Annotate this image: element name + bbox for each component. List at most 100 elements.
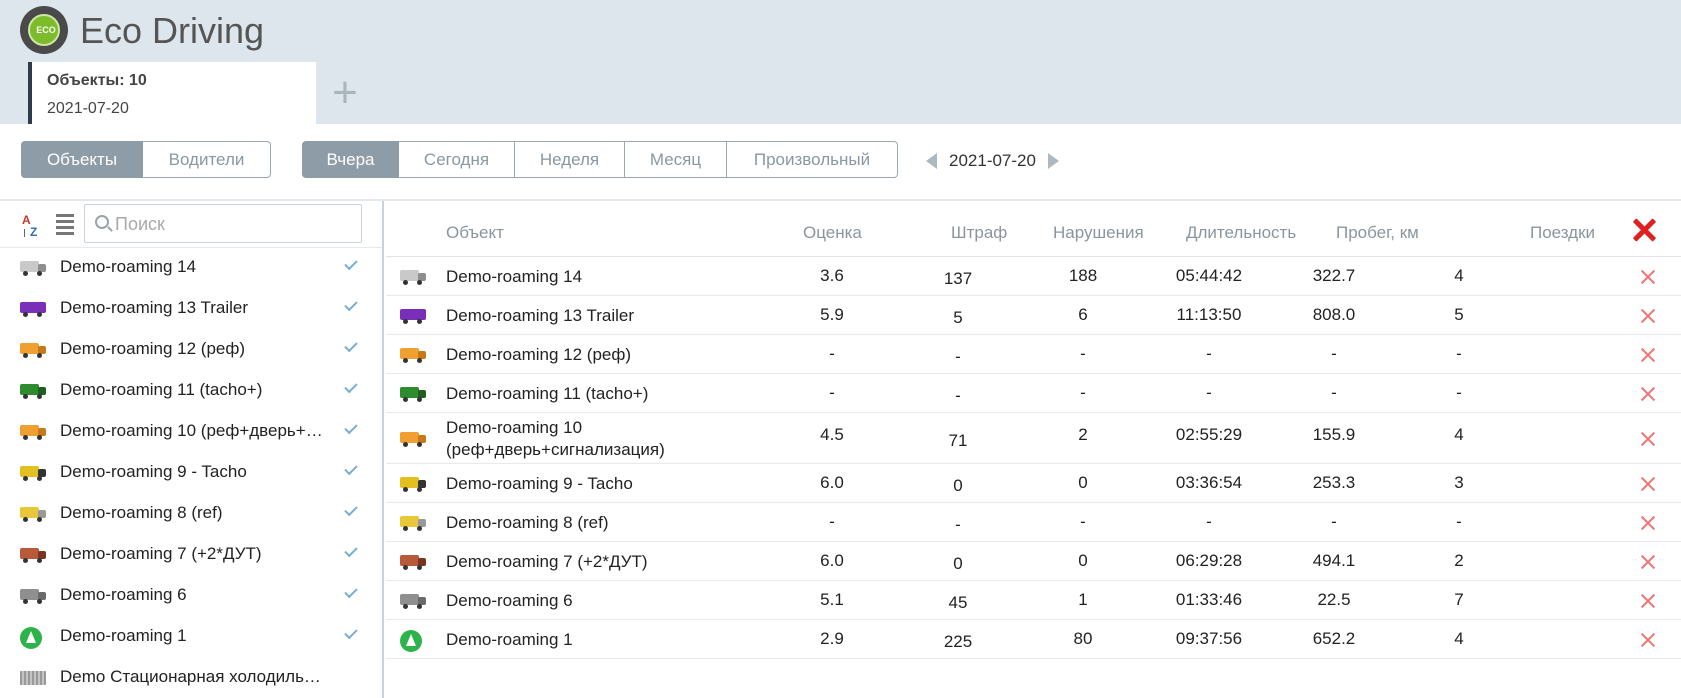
cell-violations: 2 — [1078, 424, 1088, 444]
orange-truck-icon — [20, 340, 46, 358]
search-input[interactable] — [115, 211, 355, 237]
cell-score: - — [829, 382, 835, 402]
checkmark-icon[interactable] — [344, 338, 358, 353]
yellow-van-icon — [400, 513, 426, 531]
delete-row-icon[interactable] — [1641, 348, 1655, 362]
col-header-penalty[interactable]: Штраф — [951, 223, 1007, 243]
delete-row-icon[interactable] — [1641, 432, 1655, 446]
table-row[interactable]: Demo-roaming 6 5.1 45 1 01:33:46 22.5 7 — [386, 581, 1681, 620]
checkmark-icon[interactable] — [344, 420, 358, 435]
checkmark-icon[interactable] — [344, 625, 358, 640]
col-header-duration[interactable]: Длительность — [1186, 223, 1296, 243]
sidebar-object-item[interactable]: Demo-roaming 10 (реф+дверь+… — [0, 412, 382, 453]
col-header-score[interactable]: Оценка — [803, 223, 862, 243]
delete-row-icon[interactable] — [1641, 387, 1655, 401]
sidebar-object-item[interactable]: Demo-roaming 14 — [0, 248, 382, 289]
sidebar-object-item[interactable]: Demo-roaming 6 — [0, 576, 382, 617]
red-car-icon — [400, 552, 426, 570]
cell-duration: 11:13:50 — [1176, 304, 1242, 324]
sidebar-object-item[interactable]: Demo-roaming 1 — [0, 617, 382, 658]
row-object-name[interactable]: Demo-roaming 14 — [446, 266, 582, 288]
period-yesterday-button[interactable]: Вчера — [302, 141, 399, 178]
cell-trips: 4 — [1454, 628, 1464, 648]
row-object-name[interactable]: Demo-roaming 11 (tacho+) — [446, 383, 648, 405]
cell-duration: - — [1206, 382, 1212, 402]
checkmark-icon[interactable] — [344, 543, 358, 558]
sidebar-object-item[interactable]: Demo-roaming 12 (реф) — [0, 330, 382, 371]
delete-row-icon[interactable] — [1641, 309, 1655, 323]
row-object-name[interactable]: Demo-roaming 10 (реф+дверь+сигнализация) — [446, 417, 665, 461]
table-row[interactable]: Demo-roaming 13 Trailer 5.9 5 6 11:13:50 808.… — [386, 296, 1681, 335]
cell-mileage: 808.0 — [1312, 304, 1356, 324]
cell-penalty: 45 — [948, 592, 968, 612]
sidebar-object-item[interactable]: Demo-roaming 13 Trailer — [0, 289, 382, 330]
table-row[interactable]: Demo-roaming 14 3.6 137 188 05:44:42 322.7 4 — [386, 257, 1681, 296]
table-row[interactable]: Demo-roaming 8 (ref) - - - - - - — [386, 503, 1681, 542]
row-object-name[interactable]: Demo-roaming 6 — [446, 590, 573, 612]
checkmark-icon[interactable] — [344, 256, 358, 271]
sidebar-object-item[interactable]: Demo-roaming 8 (ref) — [0, 494, 382, 535]
search-icon — [95, 215, 109, 229]
row-object-name[interactable]: Demo-roaming 8 (ref) — [446, 512, 609, 534]
delete-row-icon[interactable] — [1641, 594, 1655, 608]
remove-all-icon[interactable] — [1630, 216, 1658, 244]
cell-mileage: - — [1331, 343, 1337, 363]
sidebar-object-item[interactable]: Demo-roaming 9 - Tacho — [0, 453, 382, 494]
cell-violations: 6 — [1078, 304, 1088, 324]
row-object-name[interactable]: Demo-roaming 7 (+2*ДУТ) — [446, 551, 648, 573]
sidebar-object-item[interactable]: Demo Стационарная холодиль… — [0, 658, 382, 698]
row-object-name[interactable]: Demo-roaming 12 (реф) — [446, 344, 631, 366]
sort-az-icon[interactable]: A Z — [22, 213, 46, 239]
delete-row-icon[interactable] — [1641, 633, 1655, 647]
sidebar-object-name: Demo-roaming 1 — [60, 626, 187, 645]
row-object-name[interactable]: Demo-roaming 13 Trailer — [446, 305, 634, 327]
row-object-name[interactable]: Demo-roaming 1 — [446, 629, 573, 651]
cell-violations: 188 — [1068, 265, 1098, 285]
period-today-button[interactable]: Сегодня — [399, 141, 515, 178]
checkmark-icon[interactable] — [344, 502, 358, 517]
objects-sidebar: A Z Demo-roaming 14 Demo-roaming 13 Trail… — [0, 201, 384, 698]
sidebar-object-item[interactable]: Demo-roaming 7 (+2*ДУТ) — [0, 535, 382, 576]
checkmark-icon[interactable] — [344, 584, 358, 599]
period-custom-button[interactable]: Произвольный — [727, 141, 898, 178]
cell-mileage: 322.7 — [1312, 265, 1356, 285]
mode-toggle: Объекты Водители — [21, 141, 271, 178]
next-date-icon[interactable] — [1047, 153, 1059, 169]
table-row[interactable]: Demo-roaming 9 - Tacho 6.0 0 0 03:36:54 253.3… — [386, 464, 1681, 503]
table-row[interactable]: Demo-roaming 10 (реф+дверь+сигнализация) 4… — [386, 413, 1681, 464]
checkmark-icon[interactable] — [344, 297, 358, 312]
cell-penalty: 137 — [943, 268, 973, 288]
cell-score: 6.0 — [820, 550, 844, 570]
cell-duration: 06:29:28 — [1175, 550, 1243, 570]
cell-violations: 0 — [1078, 472, 1088, 492]
delete-row-icon[interactable] — [1641, 477, 1655, 491]
table-row[interactable]: Demo-roaming 1 2.9 225 80 09:37:56 652.2 4 — [386, 620, 1681, 659]
table-row[interactable]: Demo-roaming 7 (+2*ДУТ) 6.0 0 0 06:29:28 494.… — [386, 542, 1681, 581]
col-header-trips[interactable]: Поездки — [1530, 223, 1595, 243]
table-row[interactable]: Demo-roaming 12 (реф) - - - - - - — [386, 335, 1681, 374]
delete-row-icon[interactable] — [1641, 516, 1655, 530]
cell-penalty: - — [955, 514, 961, 534]
period-week-button[interactable]: Неделя — [515, 141, 625, 178]
eco-logo-icon: ECO — [20, 6, 68, 54]
sidebar-object-item[interactable]: Demo-roaming 11 (tacho+) — [0, 371, 382, 412]
checkmark-icon[interactable] — [344, 379, 358, 394]
tab-objects-report[interactable]: Объекты: 10 2021-07-20 — [28, 62, 316, 124]
col-header-object[interactable]: Объект — [446, 223, 504, 243]
objects-mode-button[interactable]: Объекты — [21, 141, 143, 178]
table-row[interactable]: Demo-roaming 11 (tacho+) - - - - - - — [386, 374, 1681, 413]
col-header-mileage[interactable]: Пробег, км — [1336, 223, 1419, 243]
delete-row-icon[interactable] — [1641, 270, 1655, 284]
cell-duration: 02:55:29 — [1175, 424, 1243, 444]
cell-mileage: 494.1 — [1312, 550, 1356, 570]
delete-row-icon[interactable] — [1641, 555, 1655, 569]
list-view-icon[interactable] — [56, 213, 74, 235]
row-object-name[interactable]: Demo-roaming 9 - Tacho — [446, 473, 633, 495]
checkmark-icon[interactable] — [344, 461, 358, 476]
prev-date-icon[interactable] — [926, 153, 937, 169]
col-header-violations[interactable]: Нарушения — [1053, 223, 1144, 243]
drivers-mode-button[interactable]: Водители — [143, 141, 271, 178]
add-tab-button[interactable]: + — [320, 68, 370, 118]
cell-trips: - — [1456, 382, 1462, 402]
period-month-button[interactable]: Месяц — [625, 141, 727, 178]
